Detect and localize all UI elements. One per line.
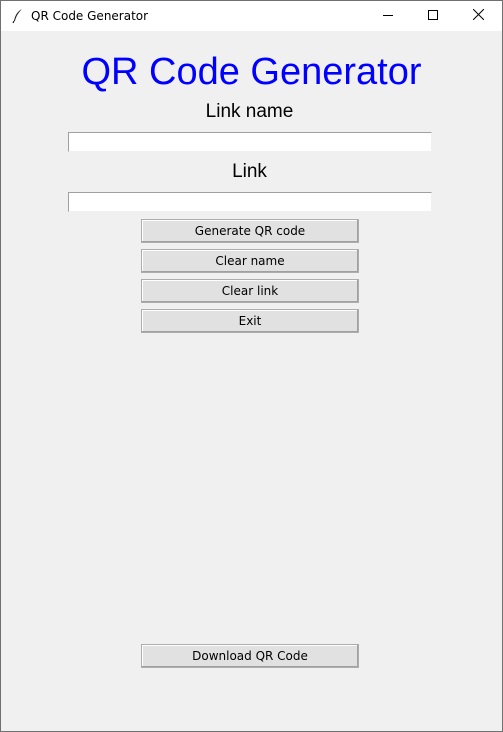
link-name-label: Link name [205,101,294,122]
maximize-button[interactable] [410,1,455,31]
link-name-input[interactable] [68,132,432,152]
feather-icon [11,8,25,24]
minimize-button[interactable] [365,1,410,31]
exit-button[interactable]: Exit [141,309,359,333]
generate-qr-button[interactable]: Generate QR code [141,219,359,243]
close-button[interactable] [456,1,501,31]
link-input[interactable] [68,192,432,212]
clear-name-button[interactable]: Clear name [141,249,359,273]
link-label: Link [232,161,267,182]
download-qr-button[interactable]: Download QR Code [141,644,359,668]
title-bar[interactable]: QR Code Generator [1,1,502,31]
maximize-icon [427,7,438,25]
main-content: QR Code Generator Link name Link Generat… [1,31,502,731]
close-icon [472,7,485,25]
page-title: QR Code Generator [81,51,422,93]
app-window: QR Code Generator QR Code Generator Link… [0,0,503,732]
minimize-icon [382,7,393,25]
clear-link-button[interactable]: Clear link [141,279,359,303]
window-title: QR Code Generator [31,9,149,23]
